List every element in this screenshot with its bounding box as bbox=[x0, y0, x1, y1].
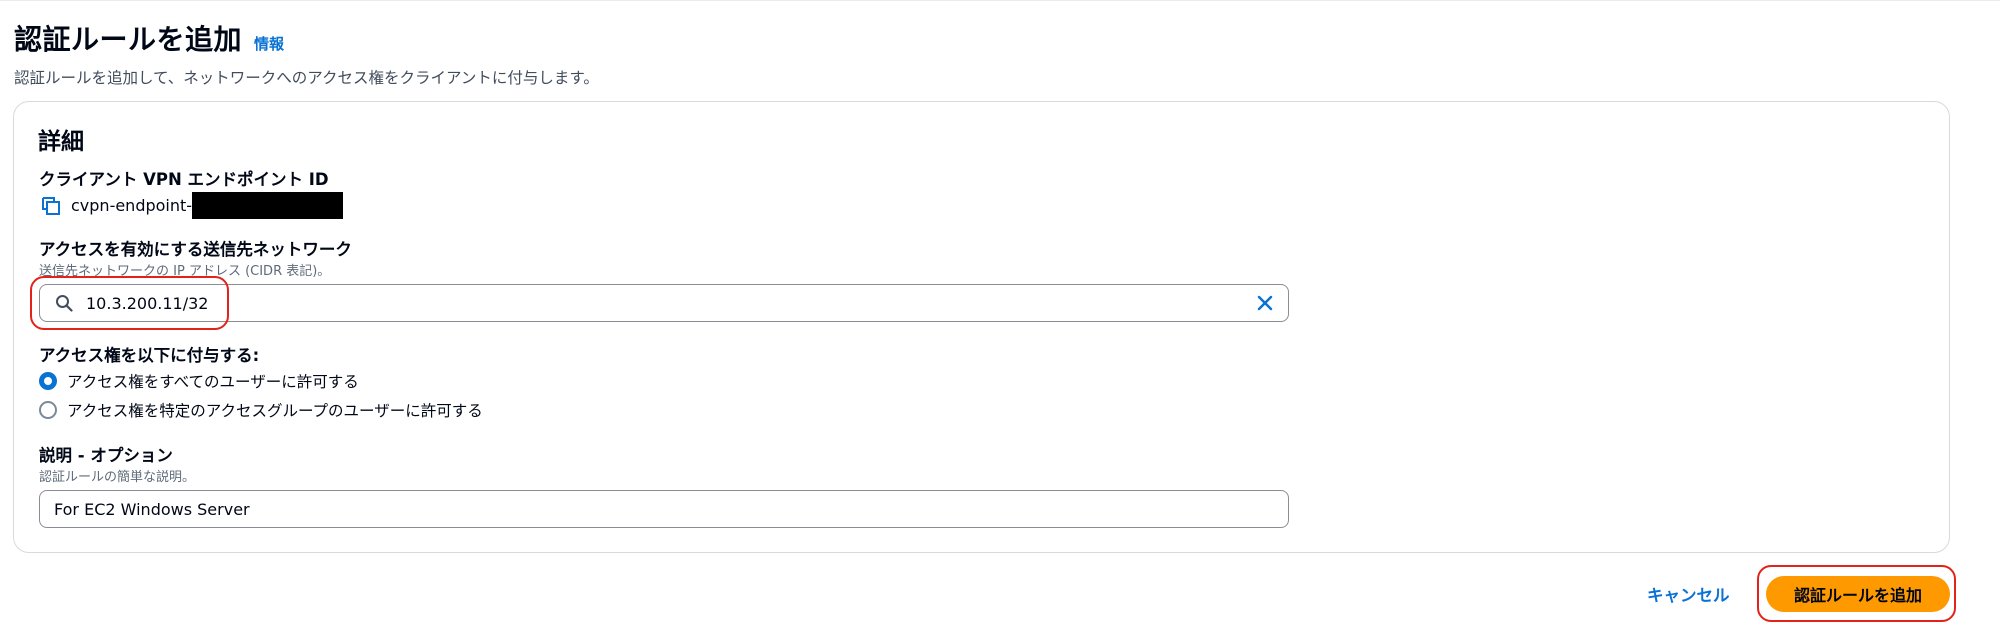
page-title: 認証ルールを追加 bbox=[14, 23, 243, 56]
destination-label: アクセスを有効にする送信先ネットワーク bbox=[39, 240, 352, 259]
radio-all-users[interactable]: アクセス権をすべてのユーザーに許可する bbox=[39, 370, 359, 392]
page-description: 認証ルールを追加して、ネットワークへのアクセス権をクライアントに付与します。 bbox=[14, 69, 599, 87]
radio-label: アクセス権を特定のアクセスグループのユーザーに許可する bbox=[67, 402, 483, 420]
title-row: 認証ルールを追加 情報 bbox=[14, 18, 599, 58]
destination-value[interactable]: 10.3.200.11/32 bbox=[86, 294, 1254, 313]
endpoint-id-row: cvpn-endpoint- bbox=[40, 192, 344, 219]
highlight-box-destination bbox=[30, 276, 229, 330]
endpoint-label: クライアント VPN エンドポイント ID bbox=[39, 170, 329, 189]
endpoint-id-text: cvpn-endpoint- bbox=[71, 196, 193, 215]
radio-button-selected[interactable] bbox=[39, 372, 57, 390]
cancel-button[interactable]: キャンセル bbox=[1647, 582, 1730, 606]
grant-label: アクセス権を以下に付与する: bbox=[39, 346, 260, 365]
redacted-block bbox=[192, 192, 344, 219]
section-title: 詳細 bbox=[38, 129, 84, 155]
highlight-box-submit bbox=[1757, 565, 1956, 622]
top-border bbox=[0, 0, 2000, 1]
radio-button[interactable] bbox=[39, 401, 57, 419]
close-icon[interactable] bbox=[1254, 292, 1276, 314]
details-container: 詳細 クライアント VPN エンドポイント ID cvpn-endpoint- … bbox=[13, 101, 1950, 553]
description-input[interactable]: For EC2 Windows Server bbox=[39, 490, 1289, 528]
description-sublabel: 認証ルールの簡単な説明。 bbox=[39, 470, 196, 485]
radio-specific-group[interactable]: アクセス権を特定のアクセスグループのユーザーに許可する bbox=[39, 399, 483, 421]
radio-label: アクセス権をすべてのユーザーに許可する bbox=[67, 373, 359, 391]
description-label: 説明 - オプション bbox=[39, 446, 173, 465]
page-header: 認証ルールを追加 情報 認証ルールを追加して、ネットワークへのアクセス権をクライ… bbox=[14, 18, 599, 88]
info-link[interactable]: 情報 bbox=[254, 33, 284, 54]
copy-icon[interactable] bbox=[40, 195, 62, 217]
